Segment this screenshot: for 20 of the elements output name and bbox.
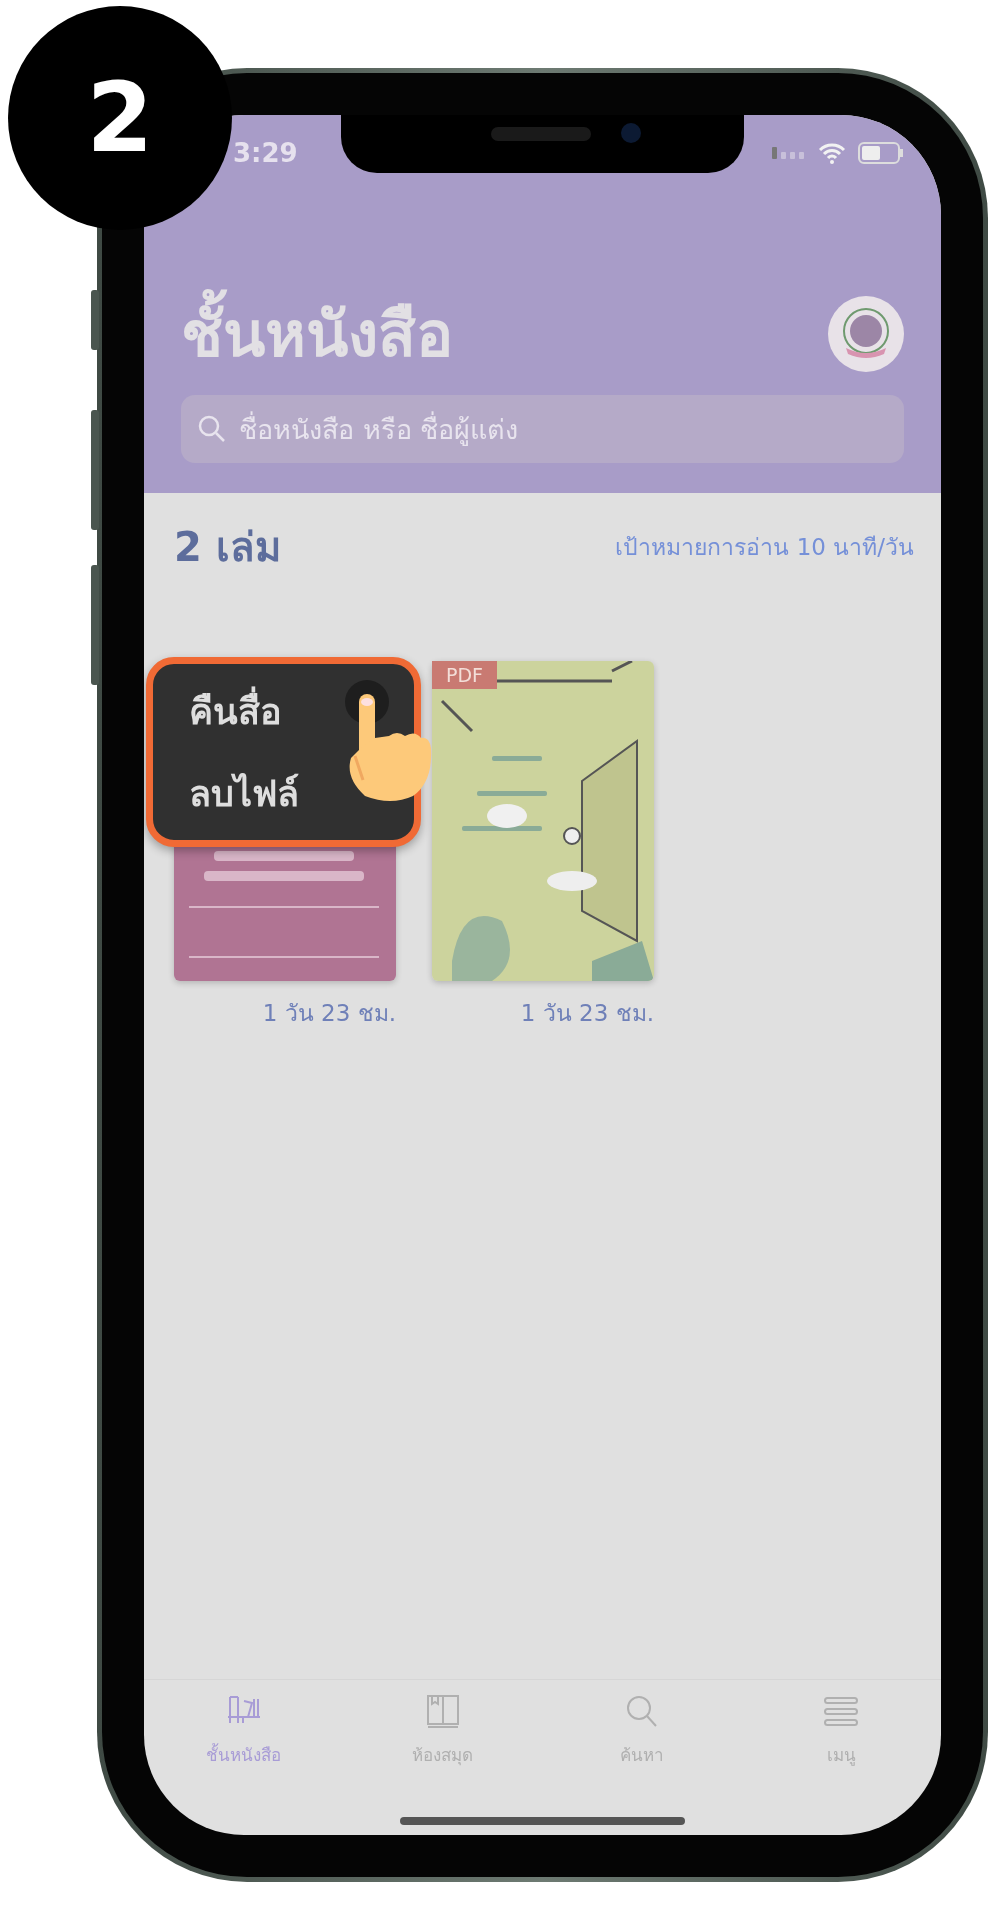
search-icon [197, 414, 227, 444]
step-badge: 2 [8, 6, 232, 230]
side-button[interactable] [91, 565, 99, 685]
signal-icon [772, 146, 806, 159]
time-remaining: 1 วัน 23 ชม. [261, 999, 396, 1028]
time-remaining: 1 วัน 23 ชม. [519, 999, 654, 1028]
menu-item[interactable]: ลบไฟล์ [189, 764, 299, 822]
status-time: 3:29 [233, 137, 298, 168]
side-button[interactable] [91, 410, 99, 530]
side-button[interactable] [91, 290, 99, 350]
page-title: ชั้นหนังสือ [181, 285, 453, 383]
search-field[interactable]: ชื่อหนังสือ หรือ ชื่อผู้แต่ง [181, 395, 904, 463]
file-type-badge: PDF [432, 661, 498, 689]
wifi-icon [818, 141, 846, 164]
book-count: 2 เล่ม [174, 523, 281, 572]
reading-goal-link[interactable]: เป้าหมายการอ่าน 10 นาที/วัน [615, 529, 914, 565]
battery-icon [858, 141, 904, 164]
menu-item[interactable]: คืนสื่อ [189, 682, 282, 740]
emblem-avatar[interactable] [828, 296, 904, 372]
tab-item[interactable]: ชั้นหนังสือ [163, 1692, 324, 1769]
